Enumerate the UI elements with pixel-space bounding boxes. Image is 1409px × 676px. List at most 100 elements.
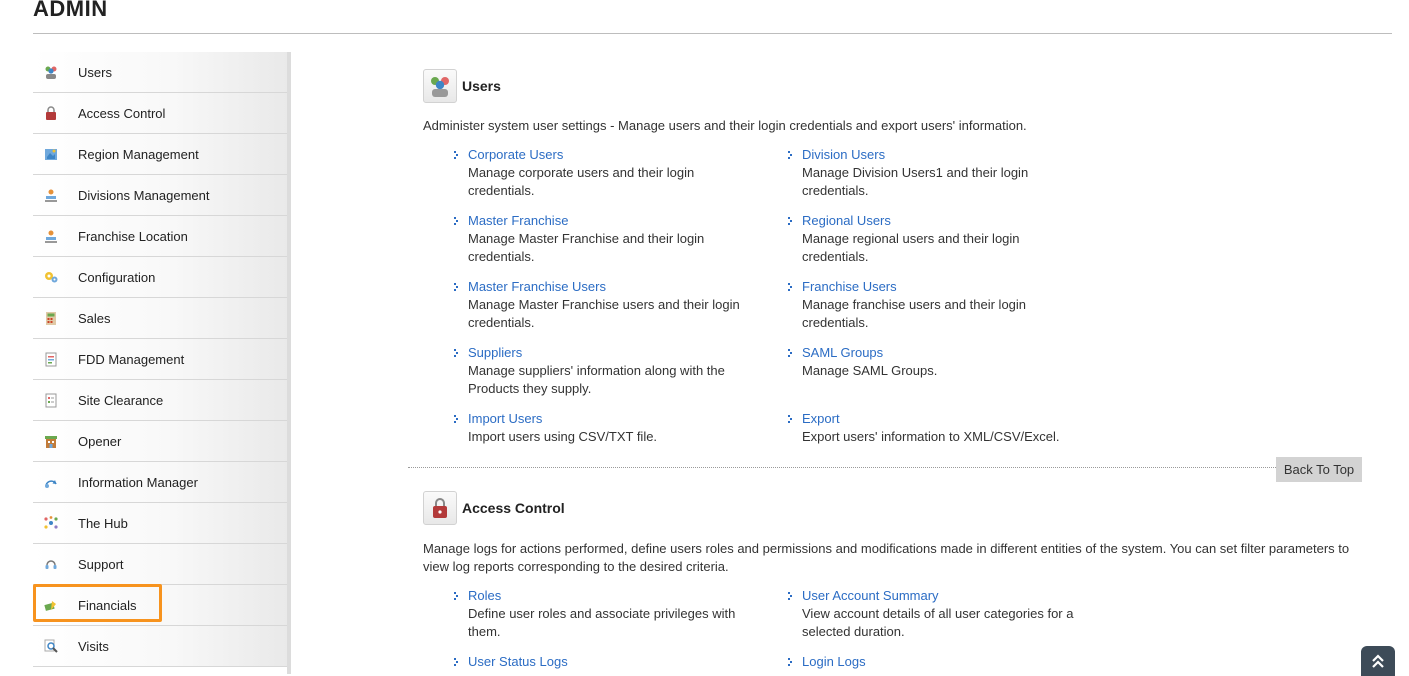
financials-icon (43, 597, 59, 613)
sidebar-item-label: Region Management (78, 146, 199, 162)
sidebar-item-configuration[interactable]: Configuration (33, 257, 287, 298)
export-link[interactable]: Export (802, 410, 1102, 428)
sidebar-item-label: Financials (78, 597, 137, 613)
sidebar-item-fdd-management[interactable]: FDD Management (33, 339, 287, 380)
section-description: Administer system user settings - Manage… (423, 118, 1027, 133)
list-item: Regional Users Manage regional users and… (788, 212, 1102, 266)
suppliers-link[interactable]: Suppliers (468, 344, 768, 362)
bullet-arrow-icon (788, 349, 792, 357)
hub-icon (43, 515, 59, 531)
list-item: Franchise Users Manage franchise users a… (788, 278, 1102, 332)
sidebar-item-sales[interactable]: Sales (33, 298, 287, 339)
bullet-arrow-icon (454, 658, 458, 666)
section-title: Access Control (462, 500, 565, 516)
bullet-arrow-icon (788, 415, 792, 423)
link-description: Manage Master Franchise users and their … (468, 297, 740, 330)
list-item: User Account Summary View account detail… (788, 587, 1102, 641)
regional-users-link[interactable]: Regional Users (802, 212, 1102, 230)
section-description: Manage logs for actions performed, defin… (423, 541, 1350, 574)
sidebar-item-label: FDD Management (78, 351, 185, 367)
section-title: Users (462, 78, 501, 94)
link-description: Manage Master Franchise and their login … (468, 231, 705, 264)
lock-icon (423, 491, 457, 525)
double-chevron-up-icon (1372, 654, 1384, 668)
list-item: Corporate Users Manage corporate users a… (454, 146, 768, 200)
link-description: Import users using CSV/TXT file. (468, 429, 658, 444)
link-description: Manage regional users and their login cr… (802, 231, 1020, 264)
map-icon (43, 146, 59, 162)
list-item: Suppliers Manage suppliers' information … (454, 344, 768, 398)
checklist-icon (43, 392, 59, 408)
sidebar-item-opener[interactable]: Opener (33, 421, 287, 462)
users-icon (43, 64, 59, 80)
saml-groups-link[interactable]: SAML Groups (802, 344, 1102, 362)
link-description: View account details of all user categor… (802, 606, 1074, 639)
back-to-top-button[interactable]: Back To Top (1276, 457, 1362, 482)
roles-link[interactable]: Roles (468, 587, 768, 605)
sidebar-item-financials[interactable]: Financials (33, 585, 287, 626)
sidebar-item-label: Support (78, 556, 124, 572)
sidebar-item-divisions-management[interactable]: Divisions Management (33, 175, 287, 216)
bullet-arrow-icon (454, 415, 458, 423)
scroll-to-top-button[interactable] (1361, 646, 1395, 676)
list-item: User Status Logs (454, 653, 768, 671)
list-item: Roles Define user roles and associate pr… (454, 587, 768, 641)
sidebar-item-label: Users (78, 64, 112, 80)
list-item: Master Franchise Users Manage Master Fra… (454, 278, 768, 332)
bullet-arrow-icon (788, 658, 792, 666)
master-franchise-users-link[interactable]: Master Franchise Users (468, 278, 768, 296)
master-franchise-link[interactable]: Master Franchise (468, 212, 768, 230)
bullet-arrow-icon (788, 283, 792, 291)
bullet-arrow-icon (454, 151, 458, 159)
list-item: Export Export users' information to XML/… (788, 410, 1102, 446)
support-icon (43, 556, 59, 572)
sidebar-item-site-clearance[interactable]: Site Clearance (33, 380, 287, 421)
list-item: Login Logs (788, 653, 1102, 671)
page-title: ADMIN (33, 0, 108, 21)
sidebar-item-label: Information Manager (78, 474, 198, 490)
section-divider (408, 467, 1362, 468)
link-description: Export users' information to XML/CSV/Exc… (802, 429, 1060, 444)
user-status-logs-link[interactable]: User Status Logs (468, 653, 768, 671)
division-icon (43, 187, 59, 203)
sidebar-item-region-management[interactable]: Region Management (33, 134, 287, 175)
bullet-arrow-icon (788, 151, 792, 159)
franchise-users-link[interactable]: Franchise Users (802, 278, 1102, 296)
link-description: Manage Division Users1 and their login c… (802, 165, 1029, 198)
user-account-summary-link[interactable]: User Account Summary (802, 587, 1102, 605)
store-icon (43, 433, 59, 449)
lock-icon (43, 105, 59, 121)
corporate-users-link[interactable]: Corporate Users (468, 146, 768, 164)
info-flow-icon (43, 474, 59, 490)
sidebar-item-label: Visits (78, 638, 109, 654)
sidebar-item-label: Access Control (78, 105, 166, 121)
list-item: Import Users Import users using CSV/TXT … (454, 410, 768, 446)
access-control-section: Access Control (423, 491, 565, 525)
gears-icon (43, 269, 59, 285)
sidebar-item-users[interactable]: Users (33, 52, 287, 93)
sidebar-item-franchise-location[interactable]: Franchise Location (33, 216, 287, 257)
title-divider (33, 33, 1392, 34)
bullet-arrow-icon (454, 592, 458, 600)
import-users-link[interactable]: Import Users (468, 410, 768, 428)
sidebar-item-support[interactable]: Support (33, 544, 287, 585)
bullet-arrow-icon (454, 217, 458, 225)
sidebar-item-label: Franchise Location (78, 228, 188, 244)
sidebar-item-label: The Hub (78, 515, 128, 531)
link-description: Manage SAML Groups. (802, 363, 938, 378)
sidebar-item-the-hub[interactable]: The Hub (33, 503, 287, 544)
sidebar-item-access-control[interactable]: Access Control (33, 93, 287, 134)
link-description: Define user roles and associate privileg… (468, 606, 736, 639)
sidebar: Users Access Control Region Management D… (33, 52, 291, 674)
login-logs-link[interactable]: Login Logs (802, 653, 1102, 671)
list-item: Master Franchise Manage Master Franchise… (454, 212, 768, 266)
link-description: Manage suppliers' information along with… (468, 363, 725, 396)
sidebar-item-label: Sales (78, 310, 111, 326)
division-users-link[interactable]: Division Users (802, 146, 1102, 164)
bullet-arrow-icon (788, 592, 792, 600)
sidebar-item-label: Configuration (78, 269, 156, 285)
sidebar-item-visits[interactable]: Visits (33, 626, 287, 667)
users-section: Users (423, 69, 501, 103)
sidebar-item-information-manager[interactable]: Information Manager (33, 462, 287, 503)
document-icon (43, 351, 59, 367)
